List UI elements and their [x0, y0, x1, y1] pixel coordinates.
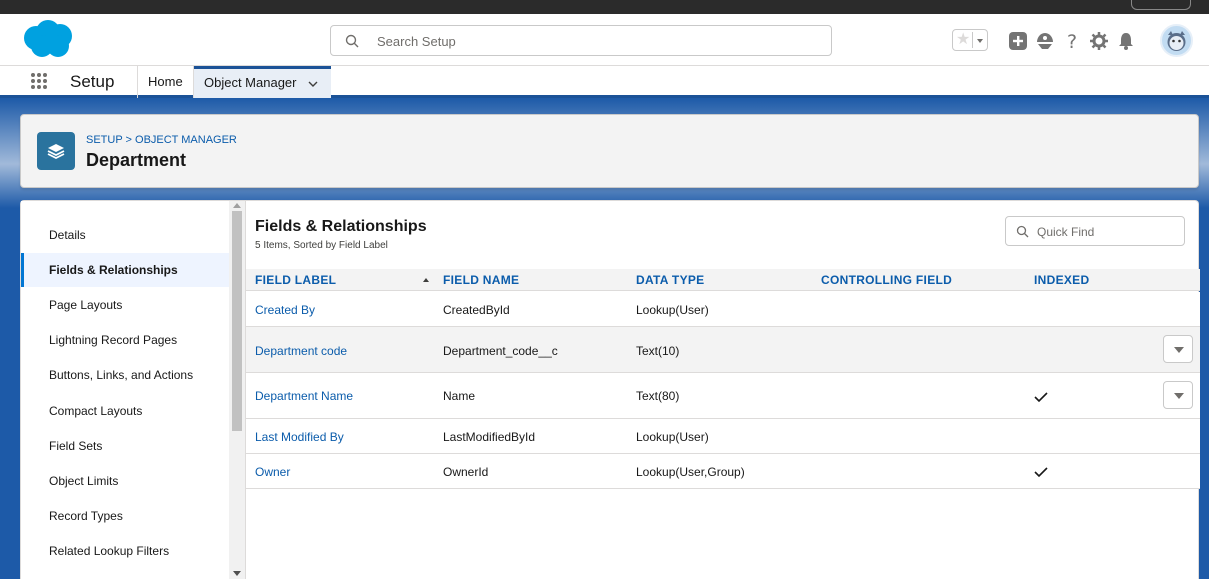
sidebar-item-field-sets[interactable]: Field Sets — [21, 429, 229, 463]
sidebar-item-buttons-links-actions[interactable]: Buttons, Links, and Actions — [21, 358, 229, 392]
sidebar-item-label: Details — [49, 228, 86, 242]
global-actions-icon[interactable] — [1007, 30, 1029, 52]
search-setup-input[interactable]: Search Setup — [330, 25, 832, 56]
chevron-down-icon[interactable] — [308, 79, 318, 89]
field-label-link[interactable]: Department Name — [255, 389, 353, 403]
column-header-field-name[interactable]: FIELD NAME — [443, 269, 519, 291]
field-label-link[interactable]: Created By — [255, 303, 315, 317]
table-row: Last Modified By LastModifiedById Lookup… — [246, 419, 1200, 454]
global-header: Search Setup ★ ? — [0, 14, 1209, 66]
fields-relationships-content: Fields & Relationships 5 Items, Sorted b… — [245, 201, 1200, 579]
page-title: Department — [86, 150, 187, 170]
star-icon: ★ — [956, 31, 971, 48]
sidebar-item-record-types[interactable]: Record Types — [21, 499, 229, 533]
column-header-indexed[interactable]: INDEXED — [1034, 269, 1089, 291]
trailhead-icon[interactable] — [1034, 30, 1056, 52]
data-type-cell: Lookup(User,Group) — [636, 465, 745, 479]
scroll-down-arrow-icon[interactable] — [233, 571, 241, 576]
sidebar-item-label: Lightning Record Pages — [49, 333, 178, 347]
field-name-cell: CreatedById — [443, 303, 510, 317]
section-title: Fields & Relationships — [255, 218, 427, 235]
field-label-link[interactable]: Owner — [255, 465, 290, 479]
sidebar-item-label: Object Limits — [49, 474, 119, 488]
table-row: Owner OwnerId Lookup(User,Group) — [246, 454, 1200, 489]
scroll-up-arrow-icon[interactable] — [233, 203, 241, 208]
tab-home-label: Home — [148, 74, 183, 89]
checkmark-icon — [1034, 467, 1048, 478]
table-row: Department code Department_code__c Text(… — [246, 327, 1200, 373]
sidebar-item-fields-relationships[interactable]: Fields & Relationships — [21, 253, 229, 287]
favorites-dropdown-icon[interactable] — [972, 32, 986, 48]
svg-text:?: ? — [1067, 31, 1077, 52]
app-launcher-icon[interactable] — [30, 72, 48, 90]
sidebar-scrollbar[interactable] — [229, 201, 245, 579]
gear-icon[interactable] — [1088, 30, 1110, 52]
scrollbar-thumb[interactable] — [232, 211, 242, 431]
sidebar-item-label: Compact Layouts — [49, 404, 143, 418]
table-row: Department Name Name Text(80) — [246, 373, 1200, 419]
sidebar-item-label: Buttons, Links, and Actions — [49, 368, 194, 382]
sidebar-item-label: Fields & Relationships — [49, 263, 178, 277]
field-label-link[interactable]: Last Modified By — [255, 430, 344, 444]
field-name-cell: Name — [443, 389, 476, 403]
field-name-cell: OwnerId — [443, 465, 489, 479]
sidebar-item-label: Related Lookup Filters — [49, 544, 170, 558]
user-avatar[interactable] — [1160, 24, 1193, 57]
quick-find-placeholder: Quick Find — [1037, 225, 1095, 239]
app-name: Setup — [70, 72, 115, 91]
chevron-down-icon — [1174, 393, 1184, 399]
section-subtitle: 5 Items, Sorted by Field Label — [255, 240, 388, 251]
tab-object-manager[interactable]: Object Manager — [194, 66, 331, 98]
data-type-cell: Text(10) — [636, 344, 680, 358]
sidebar-item-label: Page Layouts — [49, 298, 123, 312]
page-header: SETUP > OBJECT MANAGER Department — [20, 114, 1199, 188]
column-header-controlling-field[interactable]: CONTROLLING FIELD — [821, 269, 952, 291]
sidebar-item-compact-layouts[interactable]: Compact Layouts — [21, 394, 229, 428]
column-header-field-label[interactable]: FIELD LABEL — [255, 269, 336, 291]
browser-top-strip — [0, 0, 1209, 14]
search-placeholder: Search Setup — [377, 34, 456, 49]
window-edge — [1131, 0, 1191, 10]
row-actions-button[interactable] — [1163, 335, 1193, 363]
chevron-down-icon — [1174, 347, 1184, 353]
table-header: FIELD LABEL FIELD NAME DATA TYPE CONTROL… — [246, 269, 1200, 291]
search-icon — [345, 34, 359, 48]
table-row: Created By CreatedById Lookup(User) — [246, 292, 1200, 327]
search-icon — [1016, 225, 1029, 238]
tab-home[interactable]: Home — [137, 66, 194, 98]
sort-ascending-icon[interactable] — [423, 278, 429, 282]
bell-icon[interactable] — [1115, 30, 1137, 52]
data-type-cell: Lookup(User) — [636, 430, 709, 444]
row-actions-button[interactable] — [1163, 381, 1193, 409]
tab-object-manager-label: Object Manager — [204, 75, 297, 90]
app-navigation-bar: Setup Home Object Manager — [0, 66, 1209, 98]
sidebar-item-label: Field Sets — [49, 439, 103, 453]
sidebar-item-object-limits[interactable]: Object Limits — [21, 464, 229, 498]
object-sidebar: Details Fields & Relationships Page Layo… — [21, 201, 245, 579]
object-detail-panel: Details Fields & Relationships Page Layo… — [20, 200, 1200, 579]
data-type-cell: Text(80) — [636, 389, 680, 403]
column-header-data-type[interactable]: DATA TYPE — [636, 269, 704, 291]
sidebar-item-related-lookup-filters[interactable]: Related Lookup Filters — [21, 534, 229, 568]
field-name-cell: Department_code__c — [443, 344, 558, 358]
field-label-link[interactable]: Department code — [255, 344, 347, 358]
sidebar-item-page-layouts[interactable]: Page Layouts — [21, 288, 229, 322]
sidebar-item-details[interactable]: Details — [21, 218, 229, 252]
field-name-cell: LastModifiedById — [443, 430, 536, 444]
object-layers-icon — [37, 132, 75, 170]
breadcrumb[interactable]: SETUP > OBJECT MANAGER — [86, 134, 237, 146]
checkmark-icon — [1034, 392, 1048, 403]
help-icon[interactable]: ? — [1062, 30, 1084, 52]
sidebar-item-lightning-record-pages[interactable]: Lightning Record Pages — [21, 323, 229, 357]
data-type-cell: Lookup(User) — [636, 303, 709, 317]
sidebar-item-label: Record Types — [49, 509, 123, 523]
header-utility-icons: ★ ? — [952, 24, 1193, 57]
salesforce-logo-icon[interactable] — [20, 18, 76, 60]
quick-find-input[interactable]: Quick Find — [1005, 216, 1185, 246]
favorites-button[interactable]: ★ — [952, 29, 988, 51]
